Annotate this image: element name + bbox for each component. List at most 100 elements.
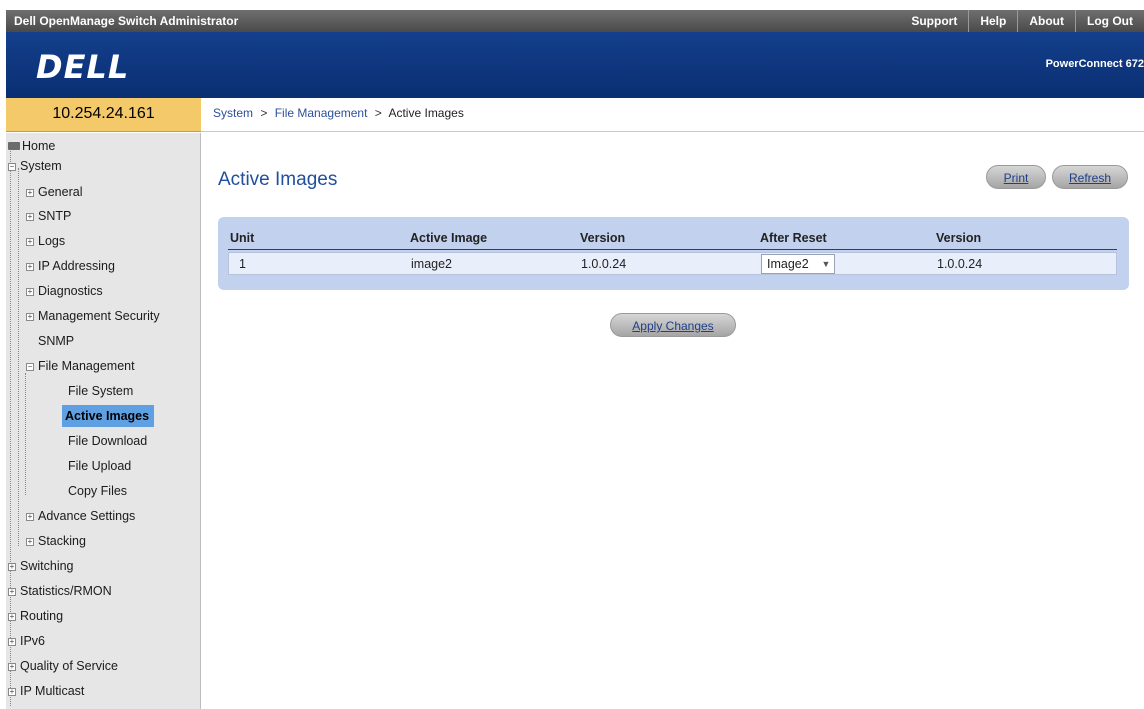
apply-changes-button[interactable]: Apply Changes: [610, 313, 736, 337]
sidebar-item-file-system[interactable]: File System: [68, 380, 133, 402]
cell-version: 1.0.0.24: [581, 257, 627, 271]
collapse-icon[interactable]: −: [26, 363, 34, 371]
sidebar-item-label: Copy Files: [68, 484, 128, 498]
table-row: 1 image2 1.0.0.24 Image2 ▼ 1.0.0.24: [228, 252, 1117, 275]
title-strip: Dell OpenManage Switch Administrator Sup…: [6, 10, 1144, 32]
expand-icon[interactable]: +: [8, 688, 16, 696]
column-header-after-reset: After Reset: [760, 231, 827, 245]
sidebar-item-label: IPv6: [20, 634, 46, 648]
sidebar-item-label: Active Images: [65, 409, 150, 423]
breadcrumb-system[interactable]: System: [213, 106, 253, 120]
logout-link[interactable]: Log Out: [1075, 10, 1144, 32]
sidebar-item-statistics-rmon[interactable]: + Statistics/RMON: [8, 580, 112, 602]
cell-reset-version: 1.0.0.24: [937, 257, 983, 271]
column-header-active-image: Active Image: [410, 231, 488, 245]
sidebar-item-label: Stacking: [38, 534, 86, 548]
product-name: PowerConnect 672: [1045, 58, 1144, 70]
expand-icon[interactable]: +: [8, 563, 16, 571]
expand-icon[interactable]: +: [8, 588, 16, 596]
sidebar-item-general[interactable]: + General: [26, 181, 82, 203]
breadcrumb: System > File Management > Active Images: [201, 98, 1144, 132]
after-reset-select[interactable]: Image2 ▼: [761, 254, 835, 274]
banner: DELL PowerConnect 672: [6, 32, 1144, 98]
column-header-unit: Unit: [230, 231, 255, 245]
sidebar-item-label: General: [38, 185, 83, 199]
main-panel: Active Images Print Refresh Unit Active …: [202, 134, 1144, 709]
sidebar-item-label: File Download: [68, 434, 148, 448]
sidebar-item-label: Routing: [20, 609, 64, 623]
sidebar-item-stacking[interactable]: + Stacking: [26, 530, 86, 552]
sidebar-item-sntp[interactable]: + SNTP: [26, 205, 71, 227]
after-reset-value: Image2: [767, 257, 809, 271]
cell-active-image: image2: [411, 257, 452, 271]
sidebar-item-label: Advance Settings: [38, 509, 136, 523]
expand-icon[interactable]: +: [26, 538, 34, 546]
app-title: Dell OpenManage Switch Administrator: [14, 14, 239, 28]
sidebar-item-label: Home: [22, 139, 56, 153]
chevron-down-icon[interactable]: ▼: [820, 258, 832, 270]
home-icon: [8, 142, 20, 150]
print-button[interactable]: Print: [986, 165, 1046, 189]
sidebar-item-label: IP Addressing: [38, 259, 115, 273]
sidebar-item-quality-of-service[interactable]: + Quality of Service: [8, 655, 118, 677]
sidebar-item-diagnostics[interactable]: + Diagnostics: [26, 280, 103, 302]
expand-icon[interactable]: +: [8, 638, 16, 646]
collapse-icon[interactable]: −: [8, 163, 16, 171]
column-header-version: Version: [580, 231, 626, 245]
sidebar-item-label: SNTP: [38, 209, 72, 223]
sidebar-item-file-download[interactable]: File Download: [68, 430, 147, 452]
sidebar-item-routing[interactable]: + Routing: [8, 605, 63, 627]
column-header-reset-version: Version: [936, 231, 982, 245]
sidebar-item-label: SNMP: [38, 334, 75, 348]
active-images-table: Unit Active Image Version After Reset Ve…: [218, 217, 1129, 290]
sidebar-item-management-security[interactable]: + Management Security: [26, 305, 160, 327]
expand-icon[interactable]: +: [8, 613, 16, 621]
sidebar-item-label: File Upload: [68, 459, 132, 473]
sidebar-item-label: IP Multicast: [20, 684, 85, 698]
sidebar-item-ipv6[interactable]: + IPv6: [8, 630, 45, 652]
sidebar-item-ip-multicast[interactable]: + IP Multicast: [8, 680, 84, 702]
sidebar-item-system[interactable]: − System: [8, 155, 62, 177]
header-divider: [228, 249, 1117, 250]
refresh-button[interactable]: Refresh: [1052, 165, 1128, 189]
sidebar-item-file-upload[interactable]: File Upload: [68, 455, 131, 477]
sidebar-item-logs[interactable]: + Logs: [26, 230, 65, 252]
support-link[interactable]: Support: [900, 10, 968, 32]
sidebar-item-copy-files[interactable]: Copy Files: [68, 480, 127, 502]
top-bar: Dell OpenManage Switch Administrator Sup…: [0, 0, 1144, 34]
sidebar-nav: Home − System + General + SNTP + Logs + IP Ad…: [6, 133, 201, 709]
expand-icon[interactable]: +: [26, 189, 34, 197]
breadcrumb-separator: >: [374, 106, 382, 120]
tree-guide: [25, 373, 26, 495]
sidebar-item-label: File System: [68, 384, 134, 398]
breadcrumb-file-management[interactable]: File Management: [275, 106, 368, 120]
sidebar-item-switching[interactable]: + Switching: [8, 555, 74, 577]
expand-icon[interactable]: +: [26, 513, 34, 521]
sidebar-item-label: System: [20, 159, 62, 173]
expand-icon[interactable]: +: [26, 313, 34, 321]
ip-address: 10.254.24.161: [6, 98, 201, 132]
expand-icon[interactable]: +: [8, 663, 16, 671]
sidebar-item-active-images[interactable]: Active Images: [62, 405, 155, 427]
sidebar-item-label: Logs: [38, 234, 66, 248]
expand-icon[interactable]: +: [26, 213, 34, 221]
dell-logo: DELL: [36, 48, 130, 86]
expand-icon[interactable]: +: [26, 288, 34, 296]
sidebar-item-label: Quality of Service: [20, 659, 118, 673]
sidebar-item-snmp[interactable]: SNMP: [38, 330, 74, 352]
sidebar-item-label: File Management: [38, 359, 135, 373]
sidebar-item-home[interactable]: Home: [8, 135, 55, 157]
sidebar-item-advance-settings[interactable]: + Advance Settings: [26, 505, 135, 527]
tree-guide: [18, 168, 19, 546]
expand-icon[interactable]: +: [26, 263, 34, 271]
sidebar-item-file-management[interactable]: − File Management: [26, 355, 135, 377]
sidebar-item-label: Statistics/RMON: [20, 584, 112, 598]
sidebar-item-ip-addressing[interactable]: + IP Addressing: [26, 255, 115, 277]
breadcrumb-separator: >: [260, 106, 268, 120]
sidebar-item-label: Switching: [20, 559, 74, 573]
expand-icon[interactable]: +: [26, 238, 34, 246]
sidebar-item-label: Diagnostics: [38, 284, 103, 298]
help-link[interactable]: Help: [968, 10, 1017, 32]
about-link[interactable]: About: [1017, 10, 1075, 32]
sidebar-item-label: Management Security: [38, 309, 160, 323]
